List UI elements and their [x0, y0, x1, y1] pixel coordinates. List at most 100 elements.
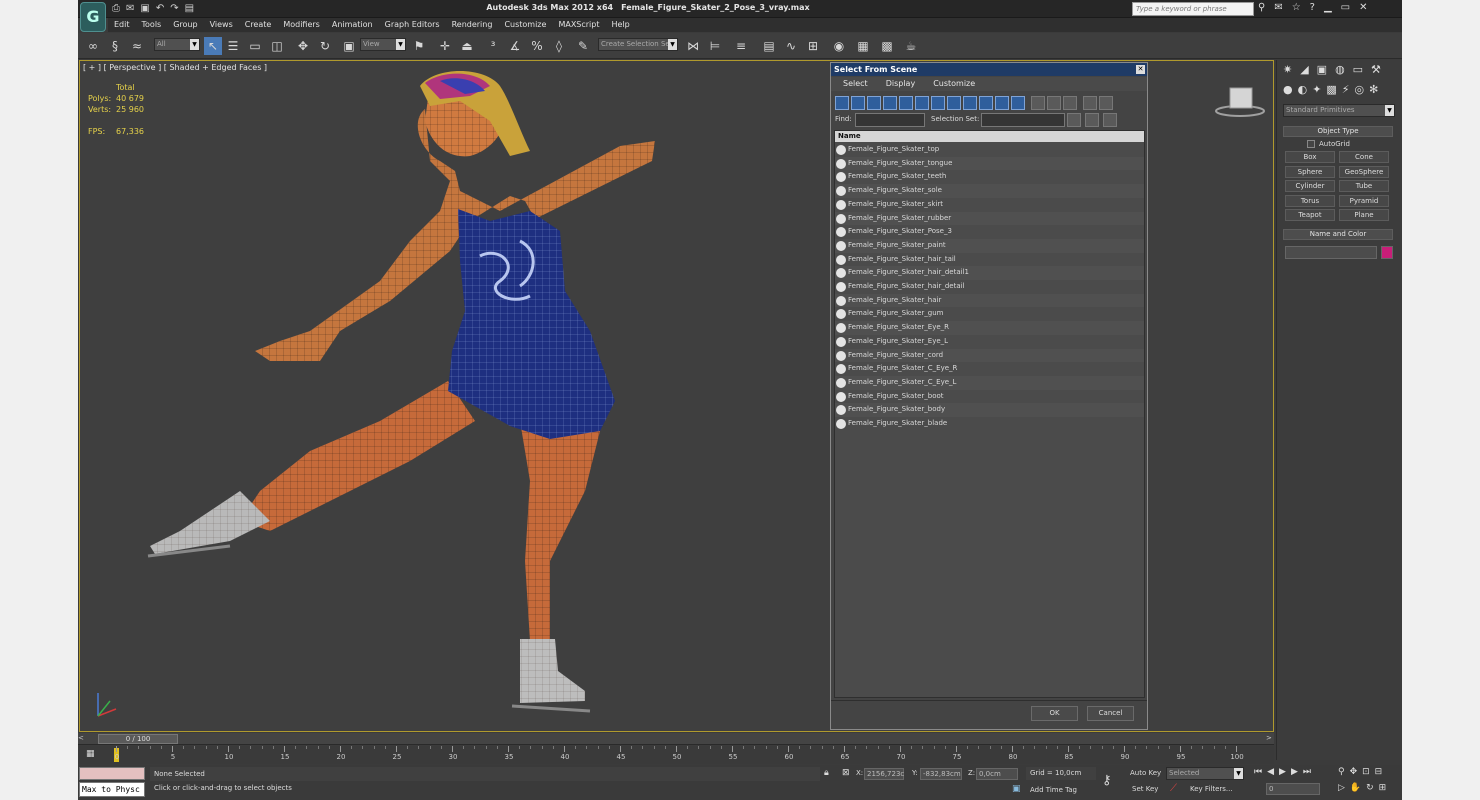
viewport-nav-controls[interactable]: ⚲✥⊡⊟	[1338, 767, 1387, 777]
list-item[interactable]: Female_Figure_Skater_Eye_L	[835, 335, 1144, 349]
list-item[interactable]: Female_Figure_Skater_hair_detail1	[835, 266, 1144, 280]
maxscript-listener[interactable]	[79, 767, 145, 780]
list-item[interactable]: Female_Figure_Skater_skirt	[835, 198, 1144, 212]
list-item[interactable]: Female_Figure_Skater_Pose_3	[835, 225, 1144, 239]
select-invert-icon[interactable]	[1103, 113, 1117, 127]
list-item[interactable]: Female_Figure_Skater_top	[835, 143, 1144, 157]
display-groups-icon[interactable]	[931, 96, 945, 110]
tube-button[interactable]: Tube	[1339, 180, 1389, 192]
display-spacewarps-icon[interactable]	[915, 96, 929, 110]
viewport-nav-controls-2[interactable]: ▷✋↻⊞	[1338, 783, 1391, 793]
display-frozen-icon[interactable]	[995, 96, 1009, 110]
display-shapes-icon[interactable]	[851, 96, 865, 110]
material-editor-icon[interactable]: ◉	[830, 37, 848, 55]
keyboard-shortcut-icon[interactable]: ⏏	[458, 37, 476, 55]
reference-coord-dropdown[interactable]: View ▼	[360, 38, 406, 51]
display-xrefs-icon[interactable]	[947, 96, 961, 110]
display-hidden-icon[interactable]	[1011, 96, 1025, 110]
select-none-icon[interactable]	[1085, 113, 1099, 127]
name-color-rollout[interactable]: Name and Color	[1283, 229, 1393, 240]
object-name-input[interactable]	[1285, 246, 1377, 259]
selection-filter-dropdown[interactable]: All ▼	[154, 38, 200, 51]
name-column-header[interactable]: Name	[835, 131, 1144, 142]
menu-group[interactable]: Group	[173, 18, 197, 32]
dialog-menu-customize[interactable]: Customize	[933, 77, 975, 91]
list-item[interactable]: Female_Figure_Skater_sole	[835, 184, 1144, 198]
render-production-icon[interactable]: ☕	[902, 37, 920, 55]
auto-key-button[interactable]: Auto Key	[1130, 769, 1161, 777]
select-by-name-icon[interactable]: ☰	[224, 37, 242, 55]
autogrid-checkbox[interactable]	[1307, 140, 1315, 148]
time-tag-icon[interactable]: ▣	[1012, 784, 1021, 794]
list-item[interactable]: Female_Figure_Skater_hair_detail	[835, 280, 1144, 294]
list-item[interactable]: Female_Figure_Skater_C_Eye_R	[835, 362, 1144, 376]
menu-rendering[interactable]: Rendering	[452, 18, 493, 32]
key-filters-button[interactable]: Key Filters...	[1190, 785, 1233, 793]
list-item[interactable]: Female_Figure_Skater_Eye_R	[835, 321, 1144, 335]
list-item[interactable]: Female_Figure_Skater_hair_tail	[835, 253, 1144, 267]
cylinder-button[interactable]: Cylinder	[1285, 180, 1335, 192]
viewcube-icon[interactable]	[1215, 87, 1265, 117]
scale-icon[interactable]: ▣	[340, 37, 358, 55]
sphere-button[interactable]: Sphere	[1285, 165, 1335, 178]
list-item[interactable]: Female_Figure_Skater_boot	[835, 390, 1144, 404]
playback-controls[interactable]: ⏮◀▶▶⏭	[1254, 767, 1316, 777]
selection-set-dropdown[interactable]	[981, 113, 1065, 127]
menu-animation[interactable]: Animation	[332, 18, 373, 32]
close-icon[interactable]: ✕	[1136, 65, 1145, 74]
menu-edit[interactable]: Edit	[114, 18, 130, 32]
rotate-icon[interactable]: ↻	[316, 37, 334, 55]
add-time-tag[interactable]: Add Time Tag	[1030, 786, 1077, 794]
display-lights-icon[interactable]	[867, 96, 881, 110]
cancel-button[interactable]: Cancel	[1087, 706, 1134, 721]
list-item[interactable]: Female_Figure_Skater_cord	[835, 348, 1144, 363]
time-slider[interactable]: < 0 / 100 >	[78, 733, 1274, 745]
quick-access-toolbar[interactable]: ⎙✉▣↶↷▤	[112, 3, 200, 14]
menu-help[interactable]: Help	[612, 18, 630, 32]
pivot-icon[interactable]: ⚑	[410, 37, 428, 55]
display-containers-icon[interactable]	[979, 96, 993, 110]
app-logo-button[interactable]: G	[80, 2, 106, 32]
layer-manager-icon[interactable]: ≡	[732, 37, 750, 55]
angle-snap-icon[interactable]: ∡	[506, 37, 524, 55]
render-setup-icon[interactable]: ▦	[854, 37, 872, 55]
named-selection-dropdown[interactable]: Create Selection Se ▼	[598, 38, 678, 51]
list-item[interactable]: Female_Figure_Skater_rubber	[835, 211, 1144, 226]
display-none-icon[interactable]	[1047, 96, 1061, 110]
menu-views[interactable]: Views	[210, 18, 233, 32]
y-coordinate-field[interactable]: -832,83cm	[920, 768, 962, 780]
list-item[interactable]: Female_Figure_Skater_blade	[835, 417, 1144, 431]
list-item[interactable]: Female_Figure_Skater_paint	[835, 238, 1144, 253]
box-button[interactable]: Box	[1285, 151, 1335, 163]
menu-maxscript[interactable]: MAXScript	[558, 18, 599, 32]
menu-create[interactable]: Create	[245, 18, 272, 32]
next-frame-icon[interactable]: >	[1266, 734, 1272, 744]
primitive-type-dropdown[interactable]: Standard Primitives ▼	[1283, 104, 1395, 117]
menu-graph-editors[interactable]: Graph Editors	[385, 18, 440, 32]
object-type-rollout[interactable]: Object Type	[1283, 126, 1393, 137]
list-item[interactable]: Female_Figure_Skater_body	[835, 403, 1144, 417]
select-manipulate-icon[interactable]: ✛	[436, 37, 454, 55]
dialog-menu-display[interactable]: Display	[886, 77, 916, 91]
move-icon[interactable]: ✥	[294, 37, 312, 55]
menu-tools[interactable]: Tools	[142, 18, 162, 32]
object-list[interactable]: Name Female_Figure_Skater_top Female_Figu…	[834, 130, 1145, 698]
graphite-icon[interactable]: ▤	[760, 37, 778, 55]
mini-curve-editor-icon[interactable]: ▦	[86, 749, 100, 761]
transform-mode-icon[interactable]: ⊠	[842, 768, 850, 778]
rendered-frame-icon[interactable]: ▩	[878, 37, 896, 55]
time-slider-thumb[interactable]: 0 / 100	[98, 734, 178, 744]
display-bones-icon[interactable]	[963, 96, 977, 110]
display-helpers-icon[interactable]	[899, 96, 913, 110]
bind-spacewarp-icon[interactable]: ≈	[128, 37, 146, 55]
create-category-icons[interactable]: ●◐✦▩⚡◎✻	[1283, 83, 1383, 96]
track-bar[interactable]: ▦ 0 5 10 15 20 25 30 35 40 45 50 55 60 65 70 75 80 85 90 95…	[78, 746, 1274, 764]
unlink-icon[interactable]: §	[106, 37, 124, 55]
select-all-icon[interactable]	[1067, 113, 1081, 127]
schematic-view-icon[interactable]: ⊞	[804, 37, 822, 55]
display-cameras-icon[interactable]	[883, 96, 897, 110]
cone-button[interactable]: Cone	[1339, 151, 1389, 163]
geosphere-button[interactable]: GeoSphere	[1339, 165, 1389, 178]
current-frame-field[interactable]: 0	[1266, 783, 1320, 795]
mirror-icon[interactable]: ⋈	[684, 37, 702, 55]
